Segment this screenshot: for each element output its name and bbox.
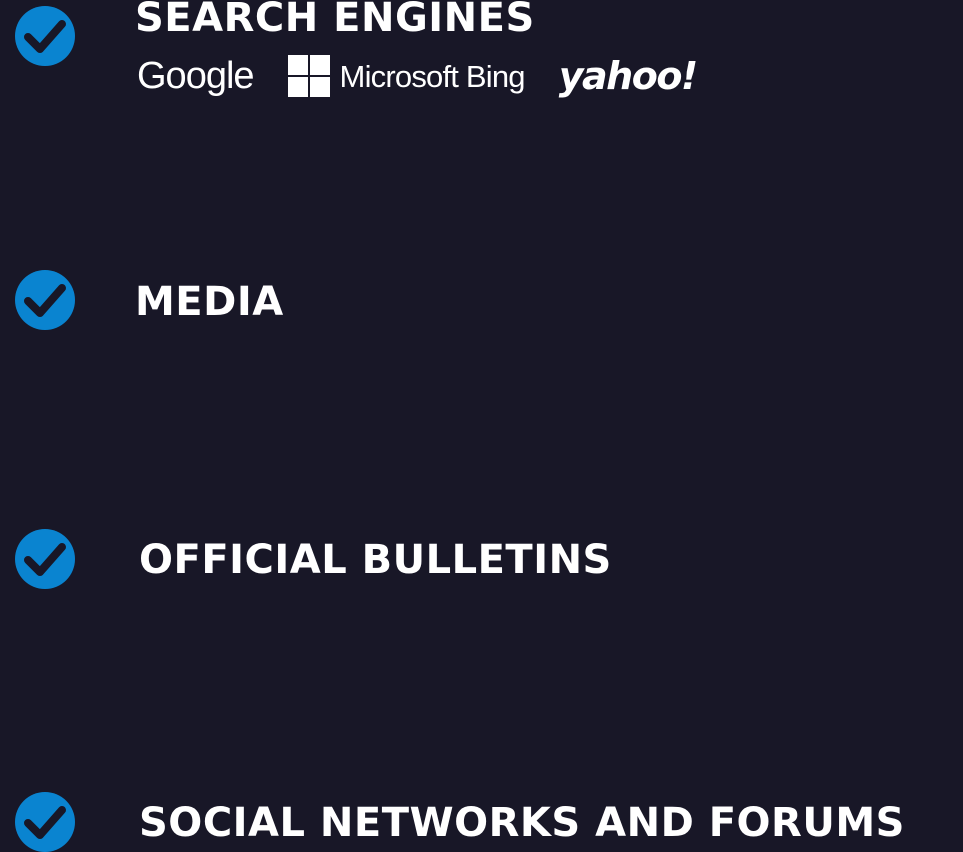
heading-social-networks-and-forums: SOCIAL NETWORKS AND FORUMS bbox=[139, 800, 905, 846]
heading-media: MEDIA bbox=[135, 279, 284, 325]
check-circle-icon bbox=[15, 529, 75, 589]
search-engine-logos: Google Microsoft Bing yahoo! bbox=[137, 54, 699, 98]
heading-search-engines: SEARCH ENGINES bbox=[135, 0, 535, 41]
check-circle-icon bbox=[15, 270, 75, 330]
microsoft-bing-label: Microsoft Bing bbox=[339, 58, 526, 94]
microsoft-squares-icon bbox=[287, 55, 330, 97]
check-circle-icon bbox=[15, 6, 75, 66]
google-logo: Google bbox=[137, 55, 255, 97]
check-circle-icon bbox=[15, 792, 75, 852]
microsoft-bing-logo: Microsoft Bing bbox=[287, 55, 526, 97]
yahoo-logo: yahoo! bbox=[558, 54, 699, 98]
heading-official-bulletins: OFFICIAL BULLETINS bbox=[139, 537, 612, 583]
